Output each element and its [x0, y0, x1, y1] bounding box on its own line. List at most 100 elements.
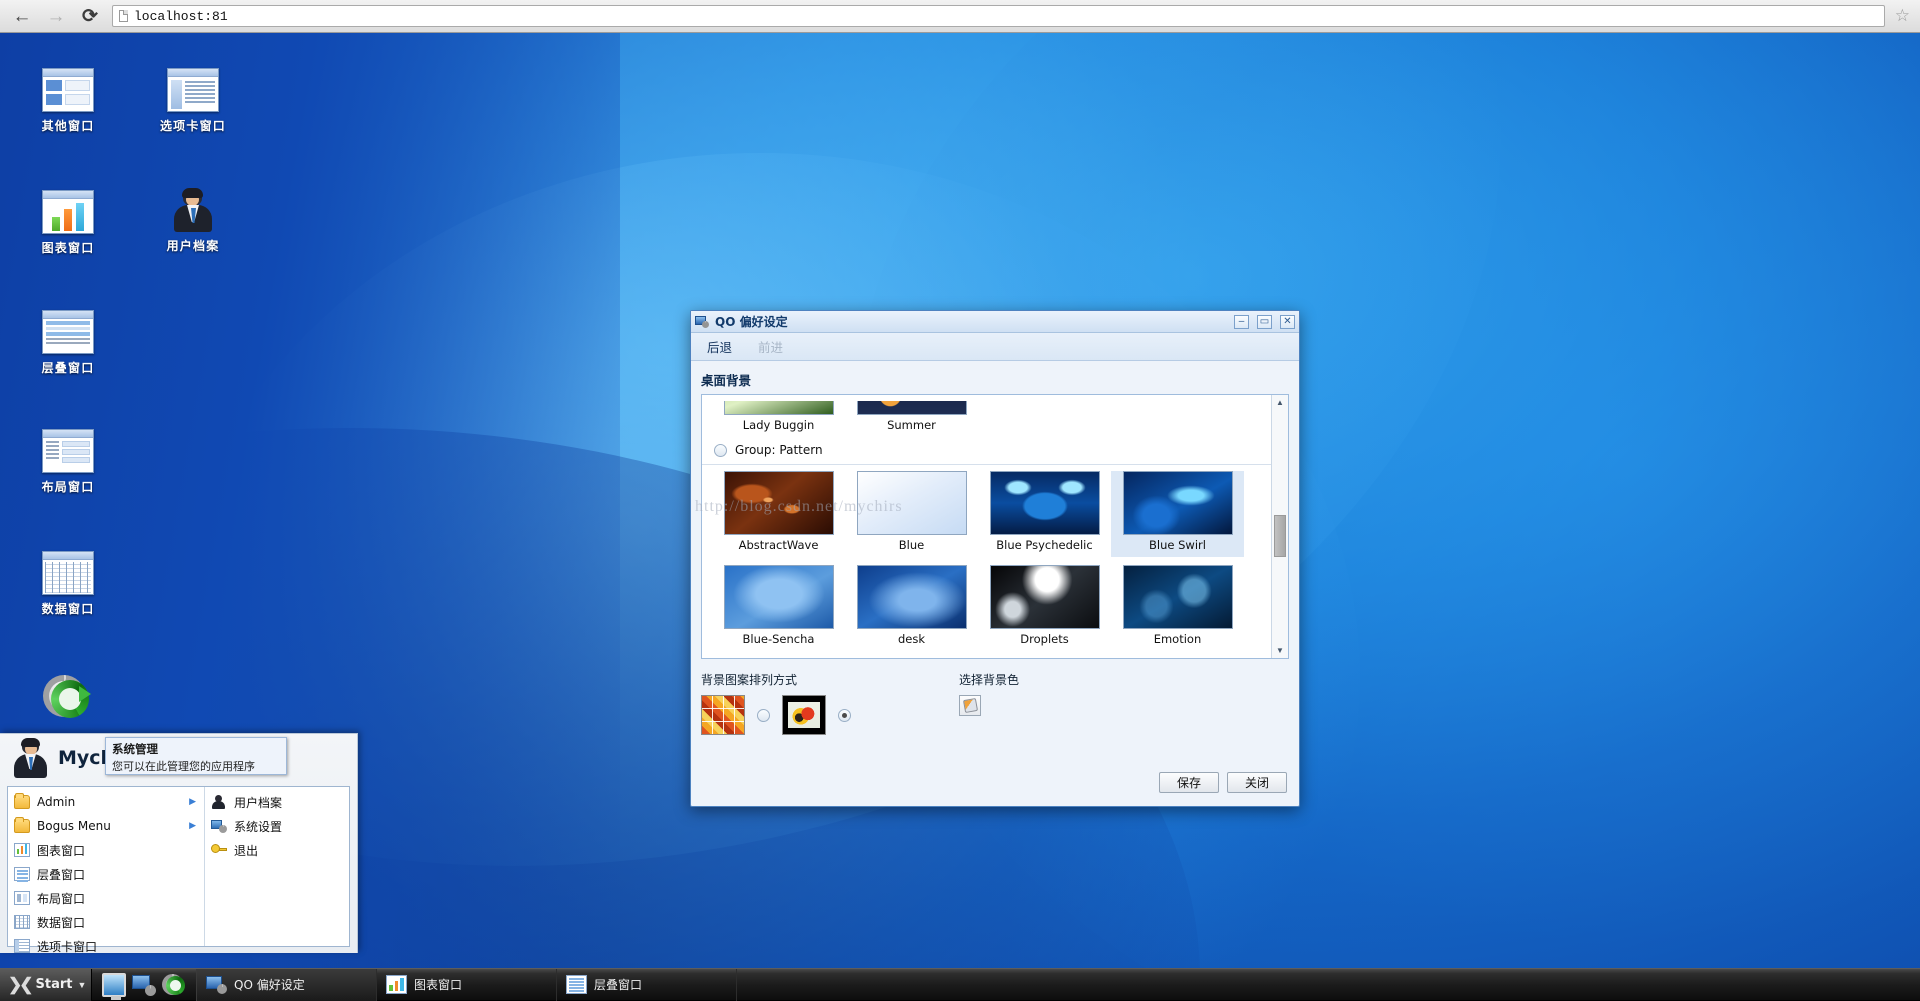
start-menu-panes: Admin ▶ Bogus Menu ▶ 图表窗口 层叠窗口 布局窗口 [7, 786, 350, 947]
scrollbar-thumb[interactable] [1274, 515, 1286, 557]
color-option-title: 选择背景色 [959, 671, 1289, 688]
scroll-down-arrow-icon[interactable]: ▼ [1272, 643, 1288, 658]
start-button[interactable]: ❯❮ Start ▼ [0, 969, 92, 1001]
dialog-body: 桌面背景 Lady Buggin Summer [691, 362, 1299, 806]
tile-radio[interactable] [757, 709, 770, 722]
other-window-icon [42, 68, 94, 112]
group-radio[interactable] [714, 444, 727, 457]
back-arrow-icon[interactable]: ← [10, 4, 34, 28]
tooltip-body: 您可以在此管理您的应用程序 [112, 758, 280, 774]
wallpaper-scrollbar[interactable]: ▲ ▼ [1271, 395, 1288, 658]
taskbar-item-label: 图表窗口 [414, 976, 462, 993]
start-menu-item-layout-window[interactable]: 布局窗口 [8, 886, 204, 910]
wallpaper-group-row[interactable]: Group: Pattern [702, 437, 1271, 465]
system-settings-icon[interactable] [132, 973, 156, 997]
wallpaper-label: Droplets [978, 632, 1111, 646]
menu-item-label: 布局窗口 [37, 890, 85, 907]
back-button[interactable]: 后退 [707, 337, 732, 356]
address-bar-value: localhost:81 [134, 9, 228, 24]
stacked-window-icon [566, 975, 587, 994]
blue-sencha-thumb [724, 565, 834, 629]
preferences-icon [695, 316, 709, 328]
wallpaper-item-blue-sencha[interactable]: Blue-Sencha [712, 565, 845, 651]
wallpaper-label: Emotion [1111, 632, 1244, 646]
wallpaper-item-desk[interactable]: desk [845, 565, 978, 651]
address-bar[interactable]: localhost:81 [112, 5, 1885, 27]
desktop-icon-label: 布局窗口 [13, 478, 123, 495]
start-menu-item-data-window[interactable]: 数据窗口 [8, 910, 204, 934]
maximize-button[interactable]: ▭ [1257, 315, 1272, 329]
droplets-thumb [990, 565, 1100, 629]
section-title: 桌面背景 [701, 370, 1289, 389]
desktop-icon-label: 选项卡窗口 [138, 117, 248, 134]
taskbar-item-chart-window[interactable]: 图表窗口 [377, 969, 557, 1001]
layout-window-icon [14, 891, 30, 905]
dialog-title: QO 偏好设定 [715, 313, 1226, 330]
wallpaper-item-blue-swirl[interactable]: Blue Swirl [1111, 471, 1244, 557]
group-label: Group: Pattern [735, 443, 823, 457]
dialog-toolbar: 后退 前进 [691, 333, 1299, 361]
start-menu-item-bogus-menu[interactable]: Bogus Menu ▶ [8, 814, 204, 838]
wallpaper-item-abstractwave[interactable]: AbstractWave [712, 471, 845, 557]
start-menu-item-tab-window[interactable]: 选项卡窗口 [8, 934, 204, 958]
taskbar-item-label: 层叠窗口 [594, 976, 642, 993]
start-logo-icon: ❯❮ [8, 975, 31, 995]
close-button[interactable]: ✕ [1280, 315, 1295, 329]
desktop-icon-system-management[interactable]: 系统管理 [13, 673, 123, 739]
page-document-icon [119, 10, 128, 22]
start-menu-item-chart-window[interactable]: 图表窗口 [8, 838, 204, 862]
tile-option-group: 背景图案排列方式 [701, 671, 959, 735]
bookmark-star-icon[interactable]: ☆ [1895, 6, 1910, 26]
close-dialog-button[interactable]: 关闭 [1227, 772, 1287, 793]
chevron-right-icon: ▶ [189, 797, 196, 807]
start-menu-item-user-profile[interactable]: 用户档案 [205, 790, 349, 814]
desktop-icon-label: 其他窗口 [13, 117, 123, 134]
color-picker-icon[interactable] [959, 695, 981, 716]
taskbar-item-stacked-window[interactable]: 层叠窗口 [557, 969, 737, 1001]
tile-preview-swatch[interactable] [701, 695, 745, 735]
save-button[interactable]: 保存 [1159, 772, 1219, 793]
center-preview-swatch[interactable] [782, 695, 826, 735]
desktop-icon-other-window[interactable]: 其他窗口 [13, 68, 123, 134]
blue-thumb [857, 471, 967, 535]
wallpaper-item-blue-psychedelic[interactable]: Blue Psychedelic [978, 471, 1111, 557]
system-management-gear-icon[interactable] [162, 973, 186, 997]
start-menu-item-stacked-window[interactable]: 层叠窗口 [8, 862, 204, 886]
wallpaper-item-droplets[interactable]: Droplets [978, 565, 1111, 651]
wallpaper-spacer [1111, 401, 1244, 437]
start-menu-item-system-settings[interactable]: 系统设置 [205, 814, 349, 838]
tab-window-icon [14, 939, 30, 953]
wallpaper-list-panel[interactable]: Lady Buggin Summer Group: Pattern [701, 394, 1289, 659]
start-menu-item-logout[interactable]: 退出 [205, 838, 349, 862]
wallpaper-label: Blue Swirl [1111, 538, 1244, 552]
dialog-titlebar[interactable]: QO 偏好设定 – ▭ ✕ [691, 311, 1299, 333]
show-desktop-icon[interactable] [102, 973, 126, 997]
wallpaper-label: desk [845, 632, 978, 646]
wallpaper-label: Blue [845, 538, 978, 552]
desktop-icon-tab-window[interactable]: 选项卡窗口 [138, 68, 248, 134]
quick-launch-bar [92, 969, 197, 1001]
scroll-up-arrow-icon[interactable]: ▲ [1272, 395, 1288, 410]
center-radio[interactable] [838, 709, 851, 722]
preferences-dialog[interactable]: QO 偏好设定 – ▭ ✕ 后退 前进 桌面背景 Lady Buggin Sum… [690, 310, 1300, 807]
forward-button: 前进 [758, 337, 783, 356]
start-menu-left-pane: Admin ▶ Bogus Menu ▶ 图表窗口 层叠窗口 布局窗口 [8, 787, 205, 946]
wallpaper-item-blue[interactable]: Blue [845, 471, 978, 557]
start-menu-item-admin[interactable]: Admin ▶ [8, 790, 204, 814]
forward-arrow-icon[interactable]: → [44, 4, 68, 28]
background-options-area: 背景图案排列方式 选择背景色 [701, 671, 1289, 735]
taskbar-item-label: QO 偏好设定 [234, 976, 305, 993]
data-window-icon [42, 551, 94, 595]
wallpaper-item-emotion[interactable]: Emotion [1111, 565, 1244, 651]
reload-icon[interactable]: ⟳ [78, 4, 102, 28]
wallpaper-item-lady-buggin[interactable]: Lady Buggin [712, 401, 845, 437]
desktop-icon-layout-window[interactable]: 布局窗口 [13, 429, 123, 495]
minimize-button[interactable]: – [1234, 315, 1249, 329]
desktop-icon-stacked-window[interactable]: 层叠窗口 [13, 310, 123, 376]
taskbar-item-preferences[interactable]: QO 偏好设定 [197, 969, 377, 1001]
desktop-icon-user-profile[interactable]: 用户档案 [138, 188, 248, 254]
desktop-icon-data-window[interactable]: 数据窗口 [13, 551, 123, 617]
desktop-icon-chart-window[interactable]: 图表窗口 [13, 190, 123, 256]
menu-item-label: 系统设置 [234, 818, 282, 835]
wallpaper-item-summer[interactable]: Summer [845, 401, 978, 437]
